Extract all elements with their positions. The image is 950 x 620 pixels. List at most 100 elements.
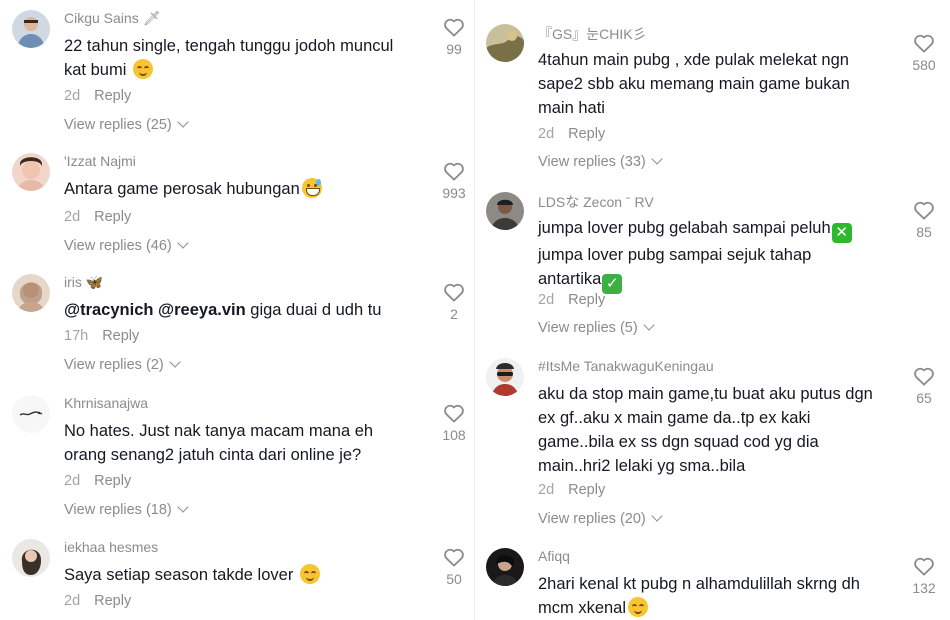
avatar[interactable] [12, 153, 50, 191]
username-text[interactable]: Cikgu Sains [64, 10, 139, 26]
view-replies-button[interactable]: View replies (18) [64, 501, 189, 518]
comment-username[interactable]: iekhaa hesmes [64, 539, 158, 555]
view-replies-label: View replies (2) [64, 357, 164, 373]
comment-username[interactable]: iris 🦋 [64, 274, 103, 291]
reply-button[interactable]: Reply [94, 88, 131, 104]
like-button[interactable]: 50 [434, 547, 474, 587]
reply-button[interactable]: Reply [568, 292, 605, 308]
comment-text: aku da stop main game,tu buat aku putus … [538, 382, 873, 478]
reply-button[interactable]: Reply [94, 593, 131, 609]
like-count: 50 [446, 571, 462, 587]
username-text[interactable]: Afiqq [538, 548, 570, 564]
view-replies-button[interactable]: View replies (5) [538, 319, 655, 336]
chevron-down-icon [651, 153, 663, 165]
comment-username[interactable]: Khrnisanajwa [64, 395, 148, 411]
avatar[interactable] [486, 192, 524, 230]
comment-meta: 2d Reply [538, 482, 605, 498]
relieved-face-icon [628, 597, 649, 617]
username-text[interactable]: LDSな Zecon ˉ RV [538, 194, 654, 210]
comment-meta: 2d Reply [64, 209, 131, 225]
view-replies-button[interactable]: View replies (2) [64, 356, 181, 373]
reply-button[interactable]: Reply [94, 473, 131, 489]
view-replies-button[interactable]: View replies (46) [64, 237, 189, 254]
view-replies-label: View replies (33) [538, 154, 646, 170]
avatar[interactable] [12, 274, 50, 312]
view-replies-label: View replies (5) [538, 320, 638, 336]
chevron-down-icon [177, 501, 189, 513]
mention-link[interactable]: @tracynich [64, 301, 153, 319]
comment-item: Afiqq 2hari kenal kt pubg n alhamdulilla… [486, 548, 946, 620]
comment-time: 2d [538, 292, 555, 308]
comment-body: 4tahun main pubg , xde pulak melekat ngn… [538, 51, 850, 117]
comment-username[interactable]: LDSな Zecon ˉ RV [538, 192, 654, 212]
comment-text: No hates. Just nak tanya macam mana eh o… [64, 419, 373, 467]
comment-username[interactable]: 'Izzat Najmi [64, 153, 136, 169]
like-button[interactable]: 580 [904, 33, 944, 73]
comment-username[interactable]: Cikgu Sains 🗡 [64, 10, 160, 27]
like-button[interactable]: 108 [434, 403, 474, 443]
comment-body: jumpa lover pubg sampai sejuk tahap anta… [538, 246, 812, 288]
comment-username[interactable]: #ItsMe TanakwaguKeningau [538, 358, 714, 374]
comment-item: LDSな Zecon ˉ RV jumpa lover pubg gelabah… [486, 192, 946, 342]
like-button[interactable]: 99 [434, 17, 474, 57]
username-text[interactable]: 'Izzat Najmi [64, 153, 136, 169]
avatar[interactable] [12, 10, 50, 48]
comment-meta: 17h Reply [64, 328, 139, 344]
reply-button[interactable]: Reply [568, 126, 605, 142]
view-replies-button[interactable]: View replies (20) [538, 510, 663, 527]
username-text[interactable]: iris [64, 274, 82, 290]
comment-time: 2d [64, 209, 81, 225]
heart-outline-icon [444, 283, 464, 302]
comment-item: #ItsMe TanakwaguKeningau aku da stop mai… [486, 358, 946, 533]
view-replies-label: View replies (46) [64, 238, 172, 254]
like-button[interactable]: 132 [904, 556, 944, 596]
username-text[interactable]: iekhaa hesmes [64, 539, 158, 555]
like-button[interactable]: 85 [904, 200, 944, 240]
comment-item: iekhaa hesmes Saya setiap season takde l… [12, 539, 472, 619]
like-button[interactable]: 993 [434, 161, 474, 201]
comment-text: jumpa lover pubg gelabah sampai peluh ✕ j… [538, 216, 852, 294]
mention-link[interactable]: @reeya.vin [158, 301, 246, 319]
grinning-sweat-icon [301, 178, 322, 198]
heart-outline-icon [914, 557, 934, 576]
comment-text: 22 tahun single, tengah tunggu jodoh mun… [64, 34, 393, 82]
like-count: 580 [912, 57, 936, 73]
like-count: 85 [916, 224, 932, 240]
comment-item: Cikgu Sains 🗡 22 tahun single, tengah tun… [12, 10, 472, 140]
comment-item: 'Izzat Najmi Antara game perosak hubunga… [12, 153, 472, 263]
view-replies-button[interactable]: View replies (25) [64, 116, 189, 133]
reply-button[interactable]: Reply [94, 209, 131, 225]
view-replies-label: View replies (20) [538, 511, 646, 527]
chevron-down-icon [651, 510, 663, 522]
comment-text: 4tahun main pubg , xde pulak melekat ngn… [538, 48, 850, 120]
avatar[interactable] [486, 24, 524, 62]
avatar[interactable] [12, 395, 50, 433]
like-button[interactable]: 65 [904, 366, 944, 406]
reply-button[interactable]: Reply [568, 482, 605, 498]
view-replies-button[interactable]: View replies (33) [538, 153, 663, 170]
reply-button[interactable]: Reply [102, 328, 139, 344]
like-count: 65 [916, 390, 932, 406]
chevron-down-icon [169, 356, 181, 368]
comment-body: 22 tahun single, tengah tunggu jodoh mun… [64, 37, 394, 79]
heart-outline-icon [444, 548, 464, 567]
avatar[interactable] [12, 539, 50, 577]
username-text[interactable]: 『GS』눈CHIK彡 [538, 26, 647, 42]
comment-time: 2d [64, 88, 81, 104]
butterfly-icon: 🦋 [85, 274, 104, 290]
comment-meta: 2d Reply [64, 473, 131, 489]
comment-username[interactable]: Afiqq [538, 548, 570, 564]
comment-meta: 2d Reply [538, 126, 605, 142]
avatar[interactable] [486, 548, 524, 586]
comment-item: 『GS』눈CHIK彡 4tahun main pubg , xde pulak … [486, 24, 946, 174]
username-text[interactable]: #ItsMe TanakwaguKeningau [538, 358, 714, 374]
username-text[interactable]: Khrnisanajwa [64, 395, 148, 411]
comment-username[interactable]: 『GS』눈CHIK彡 [538, 24, 647, 44]
like-count: 993 [442, 185, 466, 201]
heart-outline-icon [914, 367, 934, 386]
avatar[interactable] [486, 358, 524, 396]
comment-text: Saya setiap season takde lover [64, 563, 320, 587]
like-button[interactable]: 2 [434, 282, 474, 322]
comment-time: 2d [64, 593, 81, 609]
comment-body: Antara game perosak hubungan [64, 180, 300, 198]
